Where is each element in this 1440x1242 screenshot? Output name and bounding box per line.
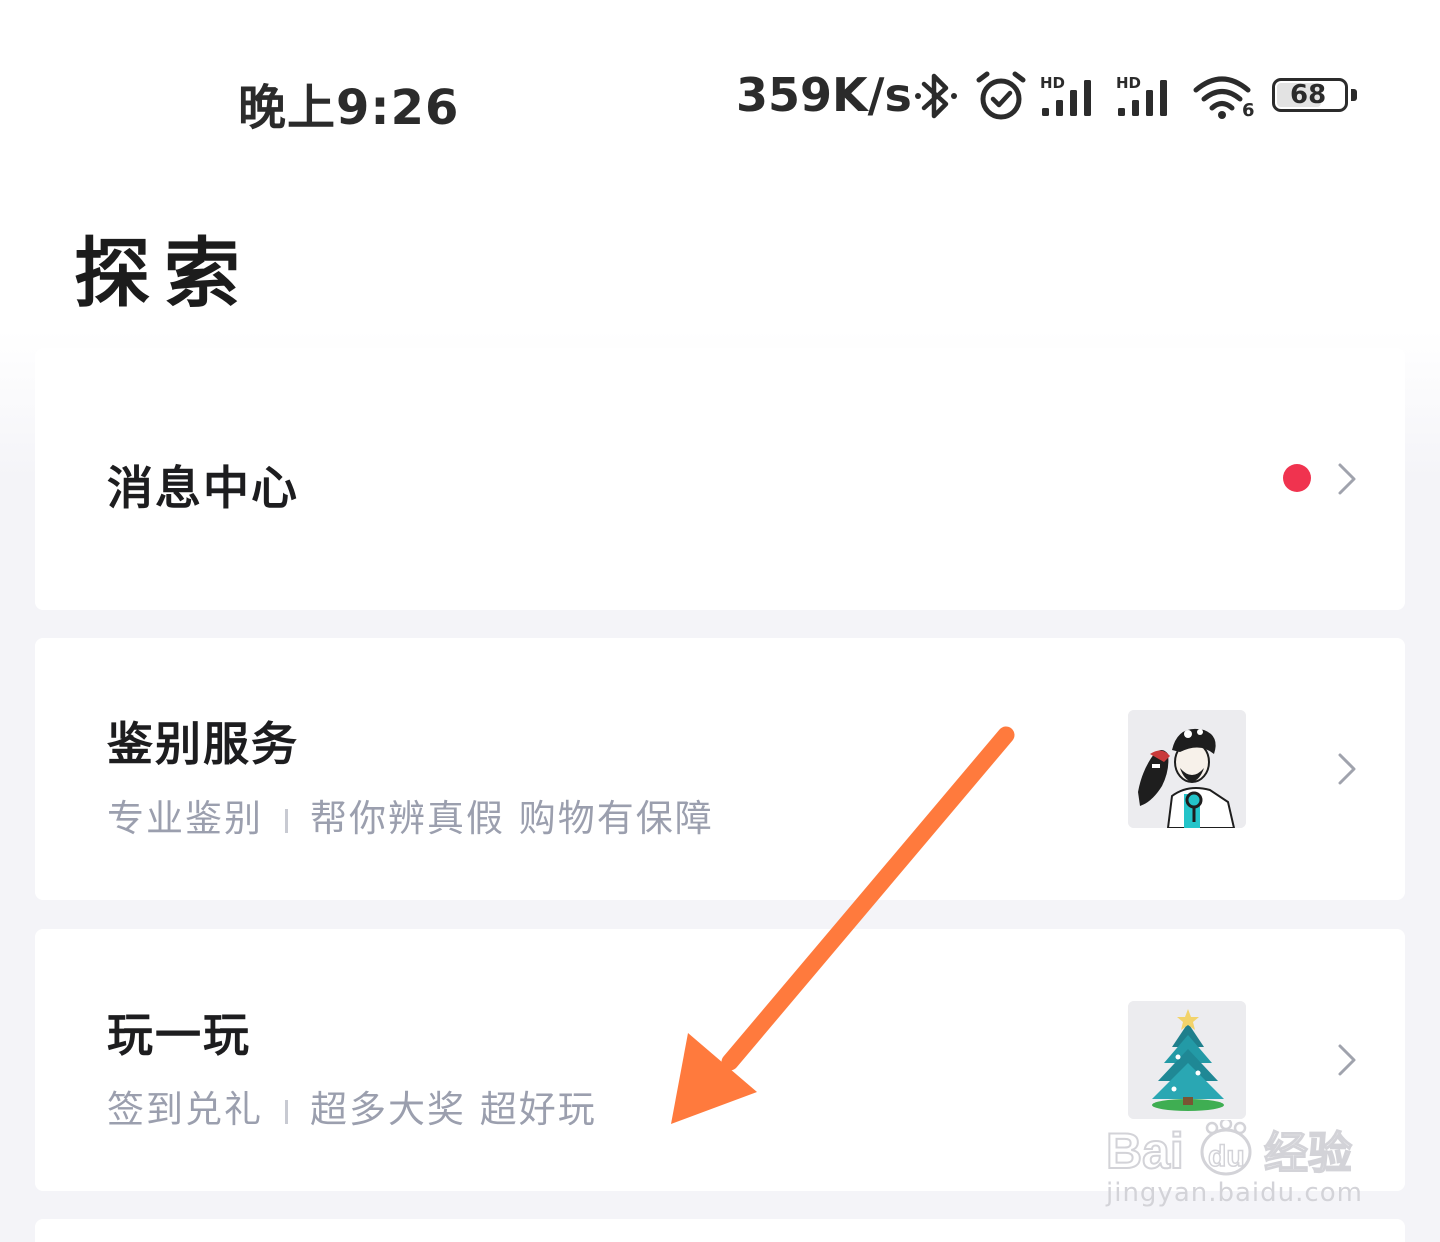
- annotation-arrow: [671, 726, 1015, 1124]
- svg-text:du: du: [1208, 1140, 1245, 1173]
- baidu-watermark-logo: Bai du 经验: [1104, 1117, 1364, 1184]
- svg-text:Bai: Bai: [1106, 1123, 1184, 1179]
- svg-text:经验: 经验: [1264, 1128, 1352, 1179]
- watermark-url: jingyan.baidu.com: [1106, 1178, 1363, 1208]
